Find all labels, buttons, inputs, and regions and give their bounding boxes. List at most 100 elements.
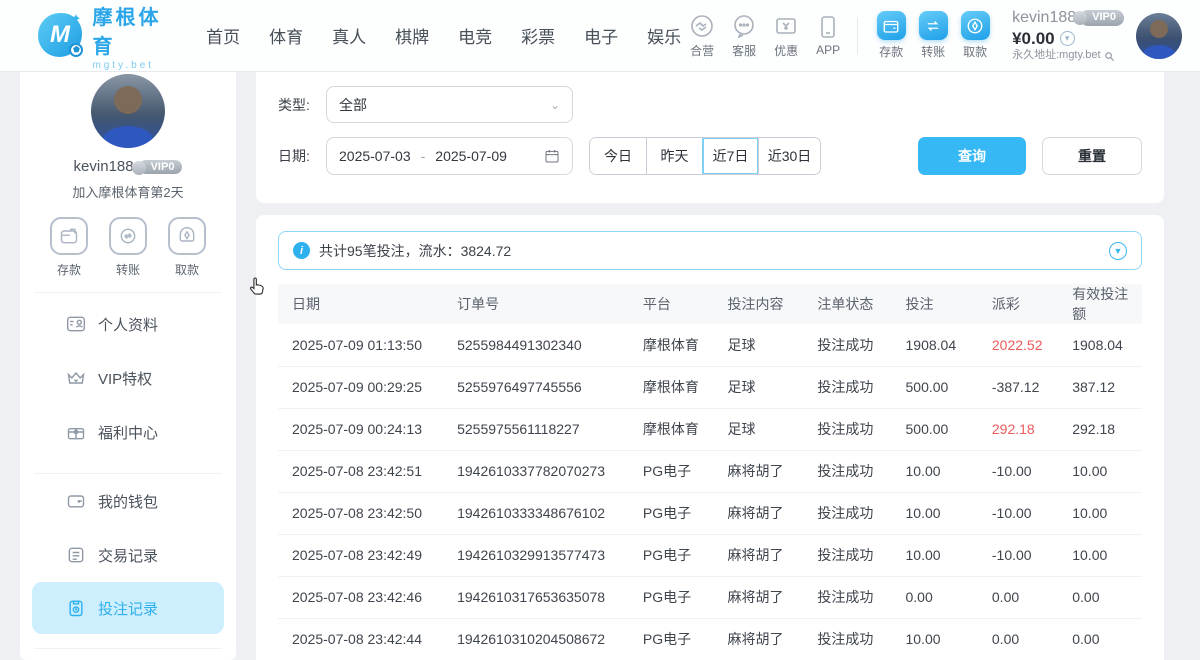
transfer-icon [109,217,147,255]
logo-title: 摩根体育 [92,1,176,59]
benefits-icon [66,422,86,442]
app-download-link[interactable]: APP [807,14,849,57]
navbar-divider [857,17,858,55]
withdraw-button[interactable]: 取款 [954,11,996,60]
balance-amount: ¥0.00 [1012,28,1055,49]
col-bet: 投注 [904,284,990,324]
calendar-icon [544,148,560,164]
bet-records-icon [66,598,86,618]
deposit-icon [877,11,906,40]
table-row: 2025-07-09 00:29:255255976497745556摩根体育足… [278,366,1142,408]
customer-service-icon [731,13,757,39]
sidebar-deposit-button[interactable]: 存款 [50,217,88,278]
sidebar: kevin188 VIP0 加入摩根体育第2天 存款 转账 取款 个人资料 [20,72,236,660]
nav-item-live[interactable]: 真人 [332,23,366,48]
nav-item-sports[interactable]: 体育 [269,23,303,48]
bet-records-table: 日期 订单号 平台 投注内容 注单状态 投注 派彩 有效投注额 2025-07-… [278,284,1142,660]
main-content: 类型: 全部 ⌄ 日期: 2025-07-03 - 2025-07-09 今日 … [256,72,1164,660]
permanent-address: 永久地址:mgty.bet [1012,49,1100,63]
col-order: 订单号 [455,284,641,324]
membership-days: 加入摩根体育第2天 [20,182,236,201]
withdraw-icon [168,217,206,255]
user-avatar[interactable] [1136,13,1182,59]
sidebar-avatar[interactable] [91,74,165,148]
customer-service-link[interactable]: 客服 [723,13,765,59]
sidebar-item-bet-records[interactable]: 投注记录 [32,582,224,634]
date-label: 日期: [278,146,326,166]
table-row: 2025-07-08 23:42:441942610310204508672PG… [278,618,1142,660]
promotions-link[interactable]: 优惠 [765,13,807,59]
sidebar-menu: 个人资料 VIP特权 福利中心 我的钱包 交易记录 投注记录 兑奖记录 [20,297,236,660]
col-valid: 有效投注额 [1070,284,1142,324]
col-content: 投注内容 [726,284,816,324]
sidebar-vip-badge: VIP0 [139,160,183,174]
table-header-row: 日期 订单号 平台 投注内容 注单状态 投注 派彩 有效投注额 [278,284,1142,324]
col-payout: 派彩 [990,284,1070,324]
chevron-down-icon: ⌄ [550,98,560,112]
summary-text: 共计95笔投注，流水：3824.72 [319,241,511,261]
withdraw-icon [961,11,990,40]
table-row: 2025-07-09 01:13:505255984491302340摩根体育足… [278,324,1142,366]
magnifier-icon[interactable] [1104,51,1115,62]
table-row: 2025-07-08 23:42:461942610317653635078PG… [278,576,1142,618]
col-status: 注单状态 [815,284,903,324]
info-icon: i [293,242,310,259]
quick-7days-button[interactable]: 近7日 [702,138,758,174]
transfer-button[interactable]: 转账 [912,11,954,60]
col-platform: 平台 [641,284,726,324]
deposit-icon [50,217,88,255]
sidebar-item-prize-records[interactable]: 兑奖记录 [20,649,236,660]
nav-item-esports[interactable]: 电竞 [458,23,492,48]
date-to: 2025-07-09 [435,148,507,164]
logo-icon: M ✦ ⬟ [38,13,83,59]
handshake-icon [689,13,715,39]
refresh-balance-icon[interactable]: ▾ [1060,31,1075,46]
summary-bar: i 共计95笔投注，流水：3824.72 ▼ [278,231,1142,270]
expand-icon[interactable]: ▼ [1109,242,1127,260]
football-icon: ⬟ [69,43,83,57]
user-info-block: kevin188 VIP0 ¥0.00 ▾ 永久地址:mgty.bet [1012,8,1124,63]
partner-link[interactable]: 合营 [681,13,723,59]
profile-icon [66,314,86,334]
date-range-input[interactable]: 2025-07-03 - 2025-07-09 [326,137,573,175]
table-row: 2025-07-08 23:42:501942610333348676102PG… [278,492,1142,534]
site-logo[interactable]: M ✦ ⬟ 摩根体育 mgty.bet [38,1,176,71]
deposit-button[interactable]: 存款 [870,11,912,60]
sidebar-quick-actions: 存款 转账 取款 [20,201,236,278]
table-row: 2025-07-09 00:24:135255975561118227摩根体育足… [278,408,1142,450]
top-navbar: M ✦ ⬟ 摩根体育 mgty.bet 首页 体育 真人 棋牌 电竞 彩票 电子… [0,0,1200,72]
sidebar-item-transactions[interactable]: 交易记录 [20,528,236,582]
quick-yesterday-button[interactable]: 昨天 [646,138,702,174]
sidebar-divider [34,292,222,293]
coupon-icon [773,13,799,39]
col-date: 日期 [278,284,455,324]
nav-item-lottery[interactable]: 彩票 [521,23,555,48]
quick-date-group: 今日 昨天 近7日 近30日 [589,137,821,175]
wallet-icon [66,491,86,511]
sidebar-item-vip[interactable]: VIP特权 [20,351,236,405]
transfer-icon [919,11,948,40]
sidebar-item-benefits[interactable]: 福利中心 [20,405,236,459]
transactions-icon [66,545,86,565]
sidebar-transfer-button[interactable]: 转账 [109,217,147,278]
sidebar-withdraw-button[interactable]: 取款 [168,217,206,278]
nav-item-home[interactable]: 首页 [206,23,240,48]
reset-button[interactable]: 重置 [1042,137,1142,175]
quick-30days-button[interactable]: 近30日 [758,138,820,174]
filter-panel: 类型: 全部 ⌄ 日期: 2025-07-03 - 2025-07-09 今日 … [256,72,1164,203]
nav-item-cards[interactable]: 棋牌 [395,23,429,48]
nav-item-entertainment[interactable]: 娱乐 [647,23,681,48]
sidebar-item-wallet[interactable]: 我的钱包 [20,474,236,528]
sidebar-item-profile[interactable]: 个人资料 [20,297,236,351]
nav-item-slots[interactable]: 电子 [584,23,618,48]
table-row: 2025-07-08 23:42:491942610329913577473PG… [278,534,1142,576]
vip-badge: VIP0 [1080,10,1124,26]
type-select[interactable]: 全部 ⌄ [326,86,573,123]
mobile-app-icon [815,14,841,40]
records-panel: i 共计95笔投注，流水：3824.72 ▼ 日期 订单号 平台 投注内容 注单… [256,215,1164,660]
quick-today-button[interactable]: 今日 [590,138,646,174]
sidebar-username: kevin188 [74,158,134,175]
search-button[interactable]: 查询 [918,137,1026,175]
star-icon: ✦ [71,11,82,27]
username[interactable]: kevin188 [1012,8,1076,28]
